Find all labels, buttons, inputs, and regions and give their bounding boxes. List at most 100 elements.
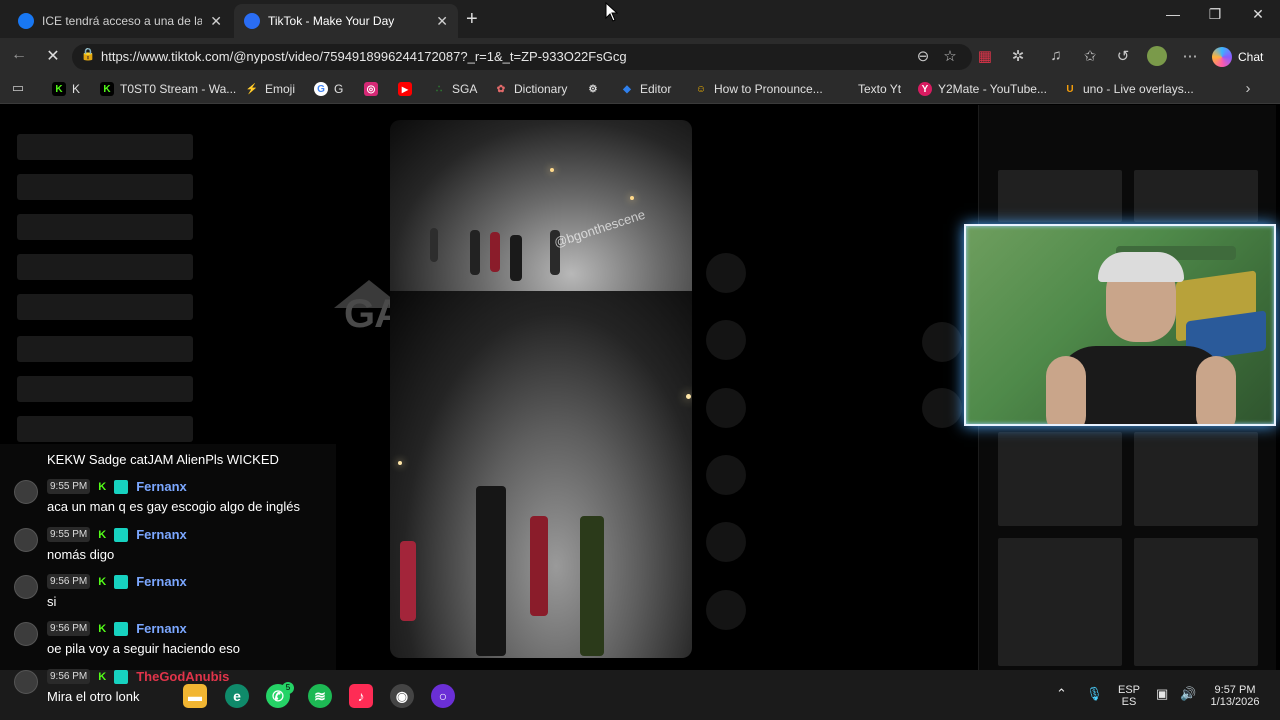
history-icon[interactable]: ↺ — [1113, 47, 1133, 65]
app-icon[interactable]: ○ — [431, 684, 455, 708]
bookmark-google[interactable]: GG — [314, 82, 343, 96]
chat-message-text: aca un man q es gay escogio algo de ingl… — [47, 499, 300, 514]
new-tab-button[interactable]: + — [466, 8, 478, 31]
loading-skeleton — [17, 416, 193, 442]
sidebar-toggle-icon[interactable]: ▭ — [8, 80, 28, 96]
copilot-chat-button[interactable]: Chat — [1212, 44, 1263, 70]
share-placeholder[interactable] — [706, 455, 746, 495]
thumbnail-skeleton — [1134, 170, 1258, 222]
extensions-puzzle-icon[interactable]: ✲ — [1008, 47, 1028, 65]
tiktok-icon[interactable]: ♪ — [349, 684, 373, 708]
loading-skeleton — [17, 134, 193, 160]
subscriber-badge-icon — [114, 479, 129, 494]
chat-username[interactable]: Fernanx — [136, 621, 187, 636]
music-placeholder[interactable] — [706, 522, 746, 562]
google-icon: G — [314, 82, 328, 96]
facebook-icon — [18, 13, 34, 29]
profile-avatar[interactable] — [1147, 46, 1167, 66]
tray-chevron-up-icon[interactable]: ⌃ — [1056, 686, 1067, 702]
chat-message-text: nomás digo — [47, 547, 115, 562]
bookmark-how-to-pronounce[interactable]: ☺ How to Pronounce... — [694, 82, 823, 96]
site-info-icon[interactable]: 🔒 — [78, 47, 98, 61]
bookmark-tosto-stream[interactable]: K T0ST0 Stream - Wa... — [100, 82, 236, 96]
chat-username[interactable]: Fernanx — [136, 479, 187, 494]
url-text[interactable]: https://www.tiktok.com/@nypost/video/759… — [101, 49, 627, 64]
media-icon[interactable]: ♫ — [1046, 47, 1066, 64]
obs-icon[interactable]: ◉ — [390, 684, 414, 708]
bookmark-y2mate[interactable]: Y Y2Mate - YouTube... — [918, 82, 1047, 96]
lightning-icon: ⚡ — [245, 83, 259, 95]
nav-down-placeholder[interactable] — [922, 388, 962, 428]
kick-badge-icon: K — [98, 575, 107, 588]
bookmark-k[interactable]: KK — [52, 82, 80, 96]
chat-message-text: oe pila voy a seguir haciendo eso — [47, 641, 240, 656]
nav-up-placeholder[interactable] — [922, 322, 962, 362]
kick-icon: K — [52, 82, 66, 96]
more-placeholder[interactable] — [706, 590, 746, 630]
bookmark-uno-overlays[interactable]: Uuno - Live overlays... — [1063, 82, 1193, 96]
bookmark-texto-yt[interactable]: Texto Yt — [838, 82, 901, 96]
volume-icon[interactable]: 🔊 — [1180, 686, 1196, 702]
avatar — [14, 670, 38, 694]
more-bookmarks-chevron-icon[interactable]: › — [1238, 80, 1258, 97]
video-frame-top[interactable] — [390, 120, 692, 291]
close-window-button[interactable]: ✕ — [1243, 6, 1273, 23]
avatar — [14, 528, 38, 552]
more-menu-icon[interactable]: ⋯ — [1180, 47, 1200, 65]
openai-icon: ⚙ — [588, 83, 598, 95]
maximize-button[interactable]: ❐ — [1200, 6, 1230, 23]
chat-message-header: 9:56 PM K Fernanx — [47, 574, 187, 589]
like-placeholder[interactable] — [706, 253, 746, 293]
extension-icon[interactable]: ▦ — [975, 47, 995, 65]
loading-skeleton — [17, 376, 193, 402]
bookmark-emoji[interactable]: ⚡ Emoji — [245, 82, 295, 96]
kick-badge-icon: K — [98, 622, 107, 635]
tab-title: TikTok - Make Your Day — [268, 14, 395, 28]
chat-label: Chat — [1238, 50, 1264, 64]
bookmark-dictionary[interactable]: ✿ Dictionary — [494, 82, 568, 96]
favorites-icon[interactable]: ✩ — [1080, 47, 1100, 65]
bookmark-chatgpt[interactable]: ⚙ — [586, 82, 606, 96]
back-icon[interactable]: ← — [8, 46, 30, 64]
tab-tiktok[interactable]: TikTok - Make Your Day ✕ — [234, 4, 458, 38]
clock[interactable]: 9:57 PM 1/13/2026 — [1206, 684, 1264, 708]
comment-placeholder[interactable] — [706, 320, 746, 360]
chat-username[interactable]: Fernanx — [136, 527, 187, 542]
spotify-icon[interactable]: ≋ — [308, 684, 332, 708]
save-placeholder[interactable] — [706, 388, 746, 428]
language-indicator[interactable]: ESP ES — [1114, 684, 1144, 708]
minimize-button[interactable]: — — [1158, 6, 1188, 22]
kick-badge-icon: K — [98, 528, 107, 541]
chat-message-header: 9:55 PM K Fernanx — [47, 479, 187, 494]
stop-loading-icon[interactable]: ✕ — [42, 46, 64, 66]
chat-message-header: 9:55 PM K Fernanx — [47, 527, 187, 542]
chat-timestamp: 9:55 PM — [47, 527, 91, 542]
network-icon[interactable]: ▣ — [1156, 686, 1168, 702]
bookmark-instagram[interactable]: ◎ — [364, 82, 384, 96]
tab-ice-news[interactable]: ICE tendrá acceso a una de las her ✕ — [8, 4, 232, 38]
webcam-overlay — [964, 224, 1276, 426]
editor-icon: ◆ — [623, 83, 631, 95]
file-explorer-icon[interactable]: ▬ — [183, 684, 207, 708]
avatar — [14, 575, 38, 599]
bookmark-editor[interactable]: ◆ Editor — [620, 82, 671, 96]
loading-skeleton — [17, 214, 193, 240]
blank-bookmark-icon — [838, 82, 852, 96]
favorite-star-icon[interactable]: ☆ — [940, 47, 960, 65]
chat-username[interactable]: TheGodAnubis — [136, 669, 229, 684]
bookmark-youtube[interactable]: ▶ — [398, 82, 418, 96]
microphone-icon[interactable]: 🎙 — [1086, 686, 1103, 702]
chat-message-header: 9:56 PM K TheGodAnubis — [47, 669, 229, 684]
kick-icon: K — [100, 82, 114, 96]
close-tab-icon[interactable]: ✕ — [210, 13, 222, 30]
edge-browser-icon[interactable]: e — [225, 684, 249, 708]
close-tab-icon[interactable]: ✕ — [436, 13, 448, 30]
zoom-icon[interactable]: ⊖ — [913, 47, 933, 65]
chat-username[interactable]: Fernanx — [136, 574, 187, 589]
bookmark-sga[interactable]: ∴ SGA — [432, 82, 478, 96]
clock-date: 1/13/2026 — [1210, 696, 1260, 708]
kick-badge-icon: K — [98, 480, 107, 493]
video-frame-bottom[interactable] — [390, 291, 692, 658]
keyboard-layout: ES — [1121, 696, 1137, 708]
emote-line: KEKW Sadge catJAM AlienPls WICKED — [47, 452, 279, 467]
